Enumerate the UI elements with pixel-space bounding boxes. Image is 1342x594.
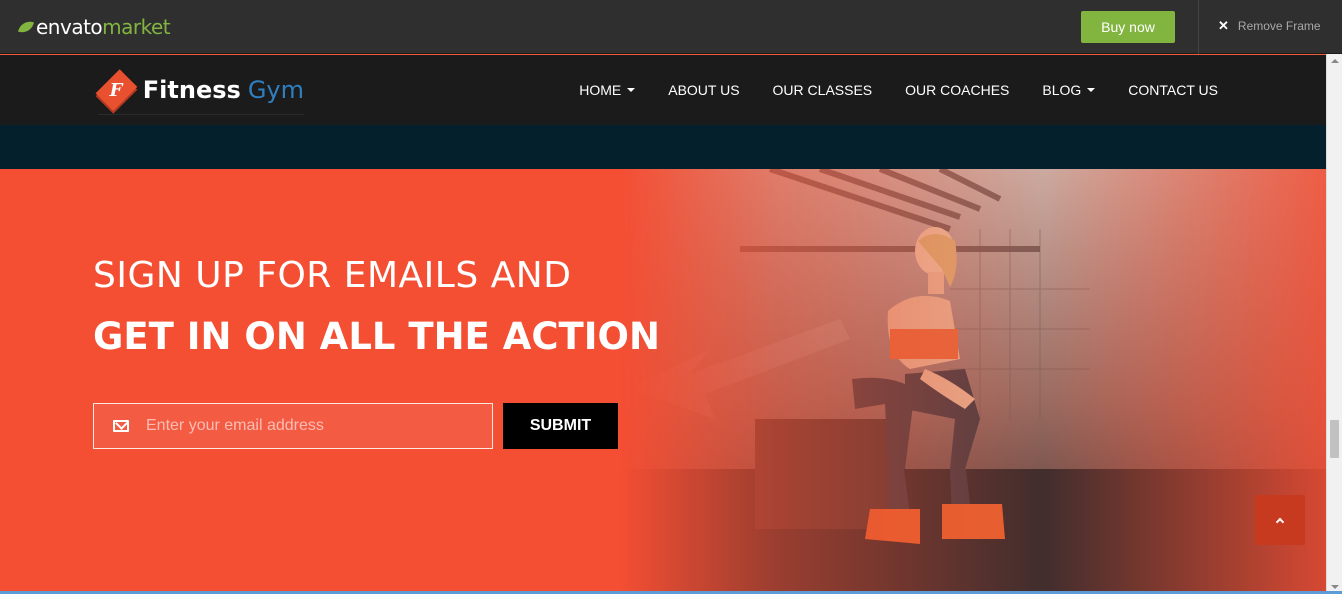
nav-item-contact-us[interactable]: CONTACT US [1128,82,1218,98]
remove-frame-link[interactable]: ✕ Remove Frame [1218,18,1321,34]
page-scrollbar[interactable] [1326,54,1342,594]
nav-item-label: OUR COACHES [905,82,1010,98]
hero-heading-line2: GET IN ON ALL THE ACTION [93,315,660,358]
bar-divider [1198,0,1199,54]
nav-item-blog[interactable]: BLOG [1042,82,1096,98]
brand-word-gym: Gym [247,75,304,104]
remove-frame-label: Remove Frame [1237,19,1321,33]
main-menu: HOME ABOUT US OUR CLASSES OUR COACHES BL… [546,55,1218,125]
envato-preview-bar: envato market Buy now ✕ Remove Frame [0,0,1342,54]
caret-down-icon [1087,88,1096,92]
scrollbar-thumb[interactable] [1330,420,1339,458]
submit-button[interactable]: SUBMIT [503,403,618,449]
nav-item-label: BLOG [1042,82,1082,98]
envato-market-logo[interactable]: envato market [17,15,171,39]
scroll-up-arrow-icon[interactable] [1331,59,1339,63]
brand-letter: F [110,79,123,100]
dark-section-strip [0,125,1326,169]
newsletter-hero: SIGN UP FOR EMAILS AND GET IN ON ALL THE… [0,169,1326,594]
hero-heading-line1: SIGN UP FOR EMAILS AND [93,255,572,296]
chevron-up-icon [1275,517,1285,526]
brand-diamond-icon: F [95,68,138,111]
nav-item-our-coaches[interactable]: OUR COACHES [905,82,1009,98]
nav-item-label: CONTACT US [1128,82,1218,98]
market-logo-word: market [102,15,171,39]
fitness-gym-logo[interactable]: F Fitness Gym [95,65,304,115]
nav-item-label: HOME [579,82,622,98]
caret-down-icon [627,88,636,92]
nav-item-home[interactable]: HOME [579,82,636,98]
email-input[interactable] [146,417,476,435]
mail-icon [113,420,129,432]
envato-logo-word: envato [36,15,103,39]
scroll-down-arrow-icon[interactable] [1331,585,1339,589]
buy-now-button[interactable]: Buy now [1081,11,1175,43]
email-field-wrapper [93,403,493,449]
scroll-to-top-button[interactable] [1255,495,1305,545]
nav-item-label: ABOUT US [668,82,740,98]
leaf-icon [17,18,35,36]
brand-word-fitness: Fitness [142,75,241,104]
nav-item-our-classes[interactable]: OUR CLASSES [773,82,873,98]
site-navbar: F Fitness Gym HOME ABOUT US OUR CLASSES … [0,55,1326,125]
gym-athlete-photo [620,169,1326,594]
close-icon: ✕ [1218,18,1229,33]
nav-item-label: OUR CLASSES [772,82,873,98]
nav-item-about-us[interactable]: ABOUT US [668,82,739,98]
